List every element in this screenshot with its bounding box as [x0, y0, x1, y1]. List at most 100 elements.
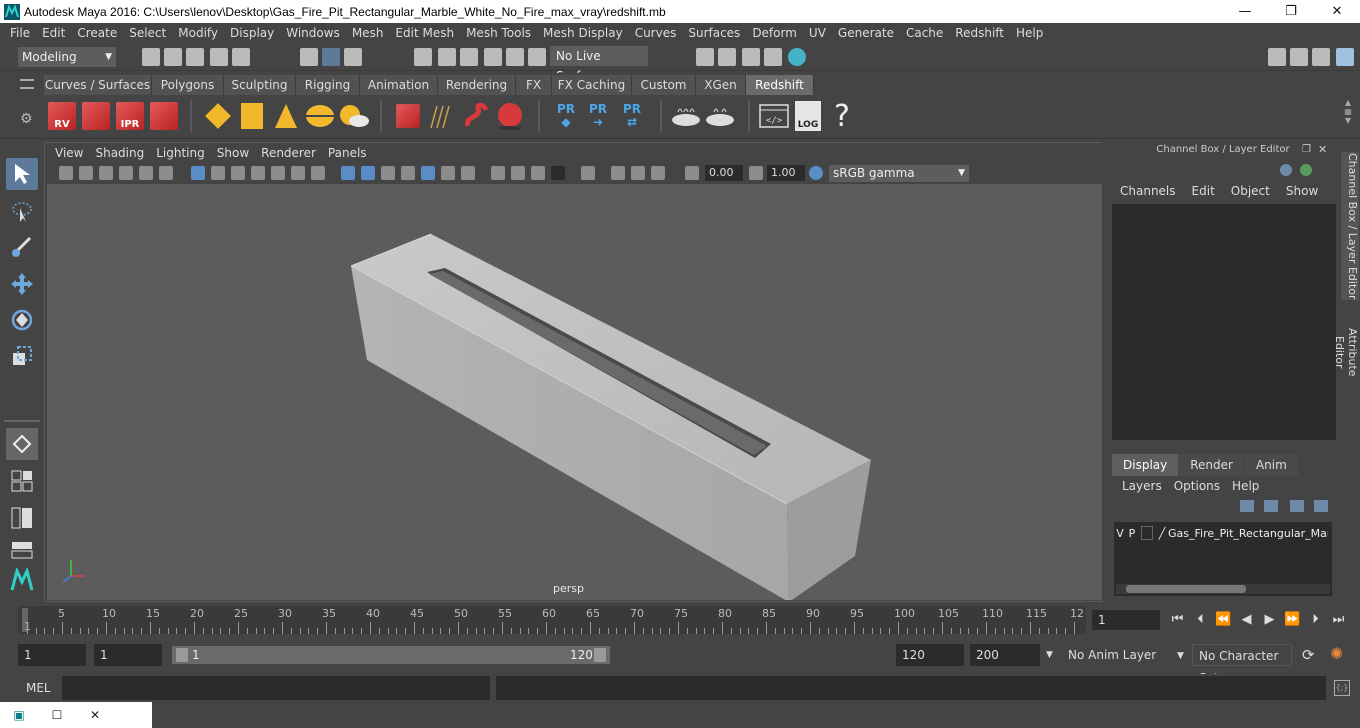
- tab-anim[interactable]: Anim: [1244, 454, 1298, 476]
- tab-attribute-editor[interactable]: Attribute Editor: [1333, 310, 1359, 394]
- pr-render-proxy-button[interactable]: PR ◆: [550, 100, 582, 132]
- motion-blur-icon[interactable]: [511, 166, 525, 180]
- redshift-render-view-button[interactable]: RV: [46, 100, 78, 132]
- redshift-proxy-button[interactable]: [392, 100, 424, 132]
- move-layer-up-icon[interactable]: [1290, 500, 1304, 512]
- move-tool[interactable]: [6, 268, 38, 300]
- redshift-log-button[interactable]: LOG: [792, 100, 824, 132]
- playback-end-field[interactable]: 120: [896, 644, 964, 666]
- tab-rendering[interactable]: Rendering: [438, 75, 516, 95]
- tab-display[interactable]: Display: [1112, 454, 1179, 476]
- xray-icon[interactable]: [611, 166, 625, 180]
- layer-list-scrollbar[interactable]: [1116, 584, 1330, 594]
- redshift-bake-set-button[interactable]: [704, 100, 736, 132]
- layer-playback-toggle[interactable]: P: [1126, 527, 1138, 540]
- range-start-handle[interactable]: [176, 648, 188, 662]
- tab-render[interactable]: Render: [1179, 454, 1244, 476]
- save-scene-icon[interactable]: [186, 48, 204, 66]
- snap-surface-icon[interactable]: [506, 48, 524, 66]
- depth-of-field-icon[interactable]: [551, 166, 565, 180]
- shelf-menu-icon[interactable]: [20, 79, 34, 89]
- four-view-layout-button[interactable]: [6, 466, 38, 496]
- anim-layer-select[interactable]: ▼ No Anim Layer: [1046, 644, 1162, 666]
- snap-curve-icon[interactable]: [438, 48, 456, 66]
- layout-toggle-button[interactable]: [6, 538, 38, 562]
- hypershade-icon[interactable]: [788, 48, 806, 66]
- ipr-render-icon[interactable]: [742, 48, 760, 66]
- redo-icon[interactable]: [232, 48, 250, 66]
- select-tool[interactable]: [6, 158, 38, 190]
- redshift-volume-button[interactable]: [460, 100, 492, 132]
- panel-menu-panels[interactable]: Panels: [322, 146, 373, 160]
- render-current-icon[interactable]: [718, 48, 736, 66]
- move-layer-down-icon[interactable]: [1314, 500, 1328, 512]
- camera-attributes-icon[interactable]: [79, 166, 93, 180]
- safe-action-icon[interactable]: [291, 166, 305, 180]
- range-slider[interactable]: 1 120: [172, 646, 610, 664]
- exposure-icon[interactable]: [685, 166, 699, 180]
- tab-rigging[interactable]: Rigging: [296, 75, 360, 95]
- restore-icon[interactable]: ☐: [38, 708, 76, 722]
- redshift-area-light-button[interactable]: [202, 100, 234, 132]
- exposure-field[interactable]: 0.00: [705, 165, 743, 181]
- range-end-handle[interactable]: [594, 648, 606, 662]
- modeling-toolkit-icon[interactable]: [1290, 48, 1308, 66]
- shadows-icon[interactable]: [461, 166, 475, 180]
- menu-generate[interactable]: Generate: [832, 26, 900, 40]
- step-forward-key-button[interactable]: ⏩: [1281, 610, 1304, 630]
- select-component-icon[interactable]: [344, 48, 362, 66]
- redshift-ipr-button[interactable]: IPR: [114, 100, 146, 132]
- tab-fx-caching[interactable]: FX Caching: [552, 75, 632, 95]
- redshift-render-sequence-button[interactable]: [80, 100, 112, 132]
- redshift-hair-button[interactable]: [426, 100, 458, 132]
- redshift-sphere-button[interactable]: [494, 100, 526, 132]
- panel-menu-shading[interactable]: Shading: [89, 146, 150, 160]
- textured-icon[interactable]: [401, 166, 415, 180]
- panel-menu-show[interactable]: Show: [211, 146, 255, 160]
- tab-fx[interactable]: FX: [516, 75, 552, 95]
- scrollbar-thumb[interactable]: [1126, 585, 1246, 593]
- menu-uv[interactable]: UV: [803, 26, 832, 40]
- menu-file[interactable]: File: [4, 26, 36, 40]
- undo-icon[interactable]: [210, 48, 228, 66]
- gamma-field[interactable]: 1.00: [767, 165, 805, 181]
- new-layer-icon[interactable]: [1240, 500, 1254, 512]
- layer-color-swatch[interactable]: ╱: [1156, 527, 1168, 540]
- grid-icon[interactable]: [191, 166, 205, 180]
- tab-channel-box-layer-editor[interactable]: Channel Box / Layer Editor: [1341, 152, 1359, 300]
- auto-key-icon[interactable]: ⟳: [1302, 646, 1315, 664]
- paint-select-tool[interactable]: [6, 232, 38, 264]
- maya-window-icon[interactable]: ▣: [0, 708, 38, 722]
- tab-xgen[interactable]: XGen: [696, 75, 746, 95]
- menu-redshift[interactable]: Redshift: [949, 26, 1010, 40]
- layers-menu[interactable]: Layers: [1116, 479, 1168, 493]
- grease-pencil-icon[interactable]: [159, 166, 173, 180]
- menu-curves[interactable]: Curves: [629, 26, 683, 40]
- field-chart-icon[interactable]: [271, 166, 285, 180]
- lasso-tool[interactable]: [6, 196, 38, 228]
- new-scene-icon[interactable]: [142, 48, 160, 66]
- menu-mesh-display[interactable]: Mesh Display: [537, 26, 629, 40]
- mode-selector[interactable]: Modeling ▼: [18, 47, 116, 67]
- new-layer-selected-icon[interactable]: [1264, 500, 1278, 512]
- redshift-bake-button[interactable]: [670, 100, 702, 132]
- minimize-button[interactable]: —: [1222, 0, 1268, 23]
- safe-title-icon[interactable]: [311, 166, 325, 180]
- scale-tool[interactable]: [6, 340, 38, 372]
- tab-redshift[interactable]: Redshift: [746, 75, 814, 95]
- gamma-icon[interactable]: [749, 166, 763, 180]
- image-plane-icon[interactable]: [119, 166, 133, 180]
- layer-visibility-toggle[interactable]: V: [1114, 527, 1126, 540]
- redshift-script-button[interactable]: </>: [758, 100, 790, 132]
- outliner-layout-button[interactable]: [6, 502, 38, 534]
- panel-menu-lighting[interactable]: Lighting: [150, 146, 211, 160]
- channel-key-icon[interactable]: [1280, 164, 1292, 176]
- isolate-select-icon[interactable]: [581, 166, 595, 180]
- script-editor-icon[interactable]: {;}: [1334, 680, 1350, 696]
- color-space-select[interactable]: sRGB gamma ▼: [829, 165, 969, 182]
- xray-joints-icon[interactable]: [631, 166, 645, 180]
- channel-list[interactable]: [1112, 204, 1336, 440]
- channel-sync-icon[interactable]: [1300, 164, 1312, 176]
- close-panel-icon[interactable]: ✕: [1318, 143, 1327, 156]
- use-default-material-icon[interactable]: [421, 166, 435, 180]
